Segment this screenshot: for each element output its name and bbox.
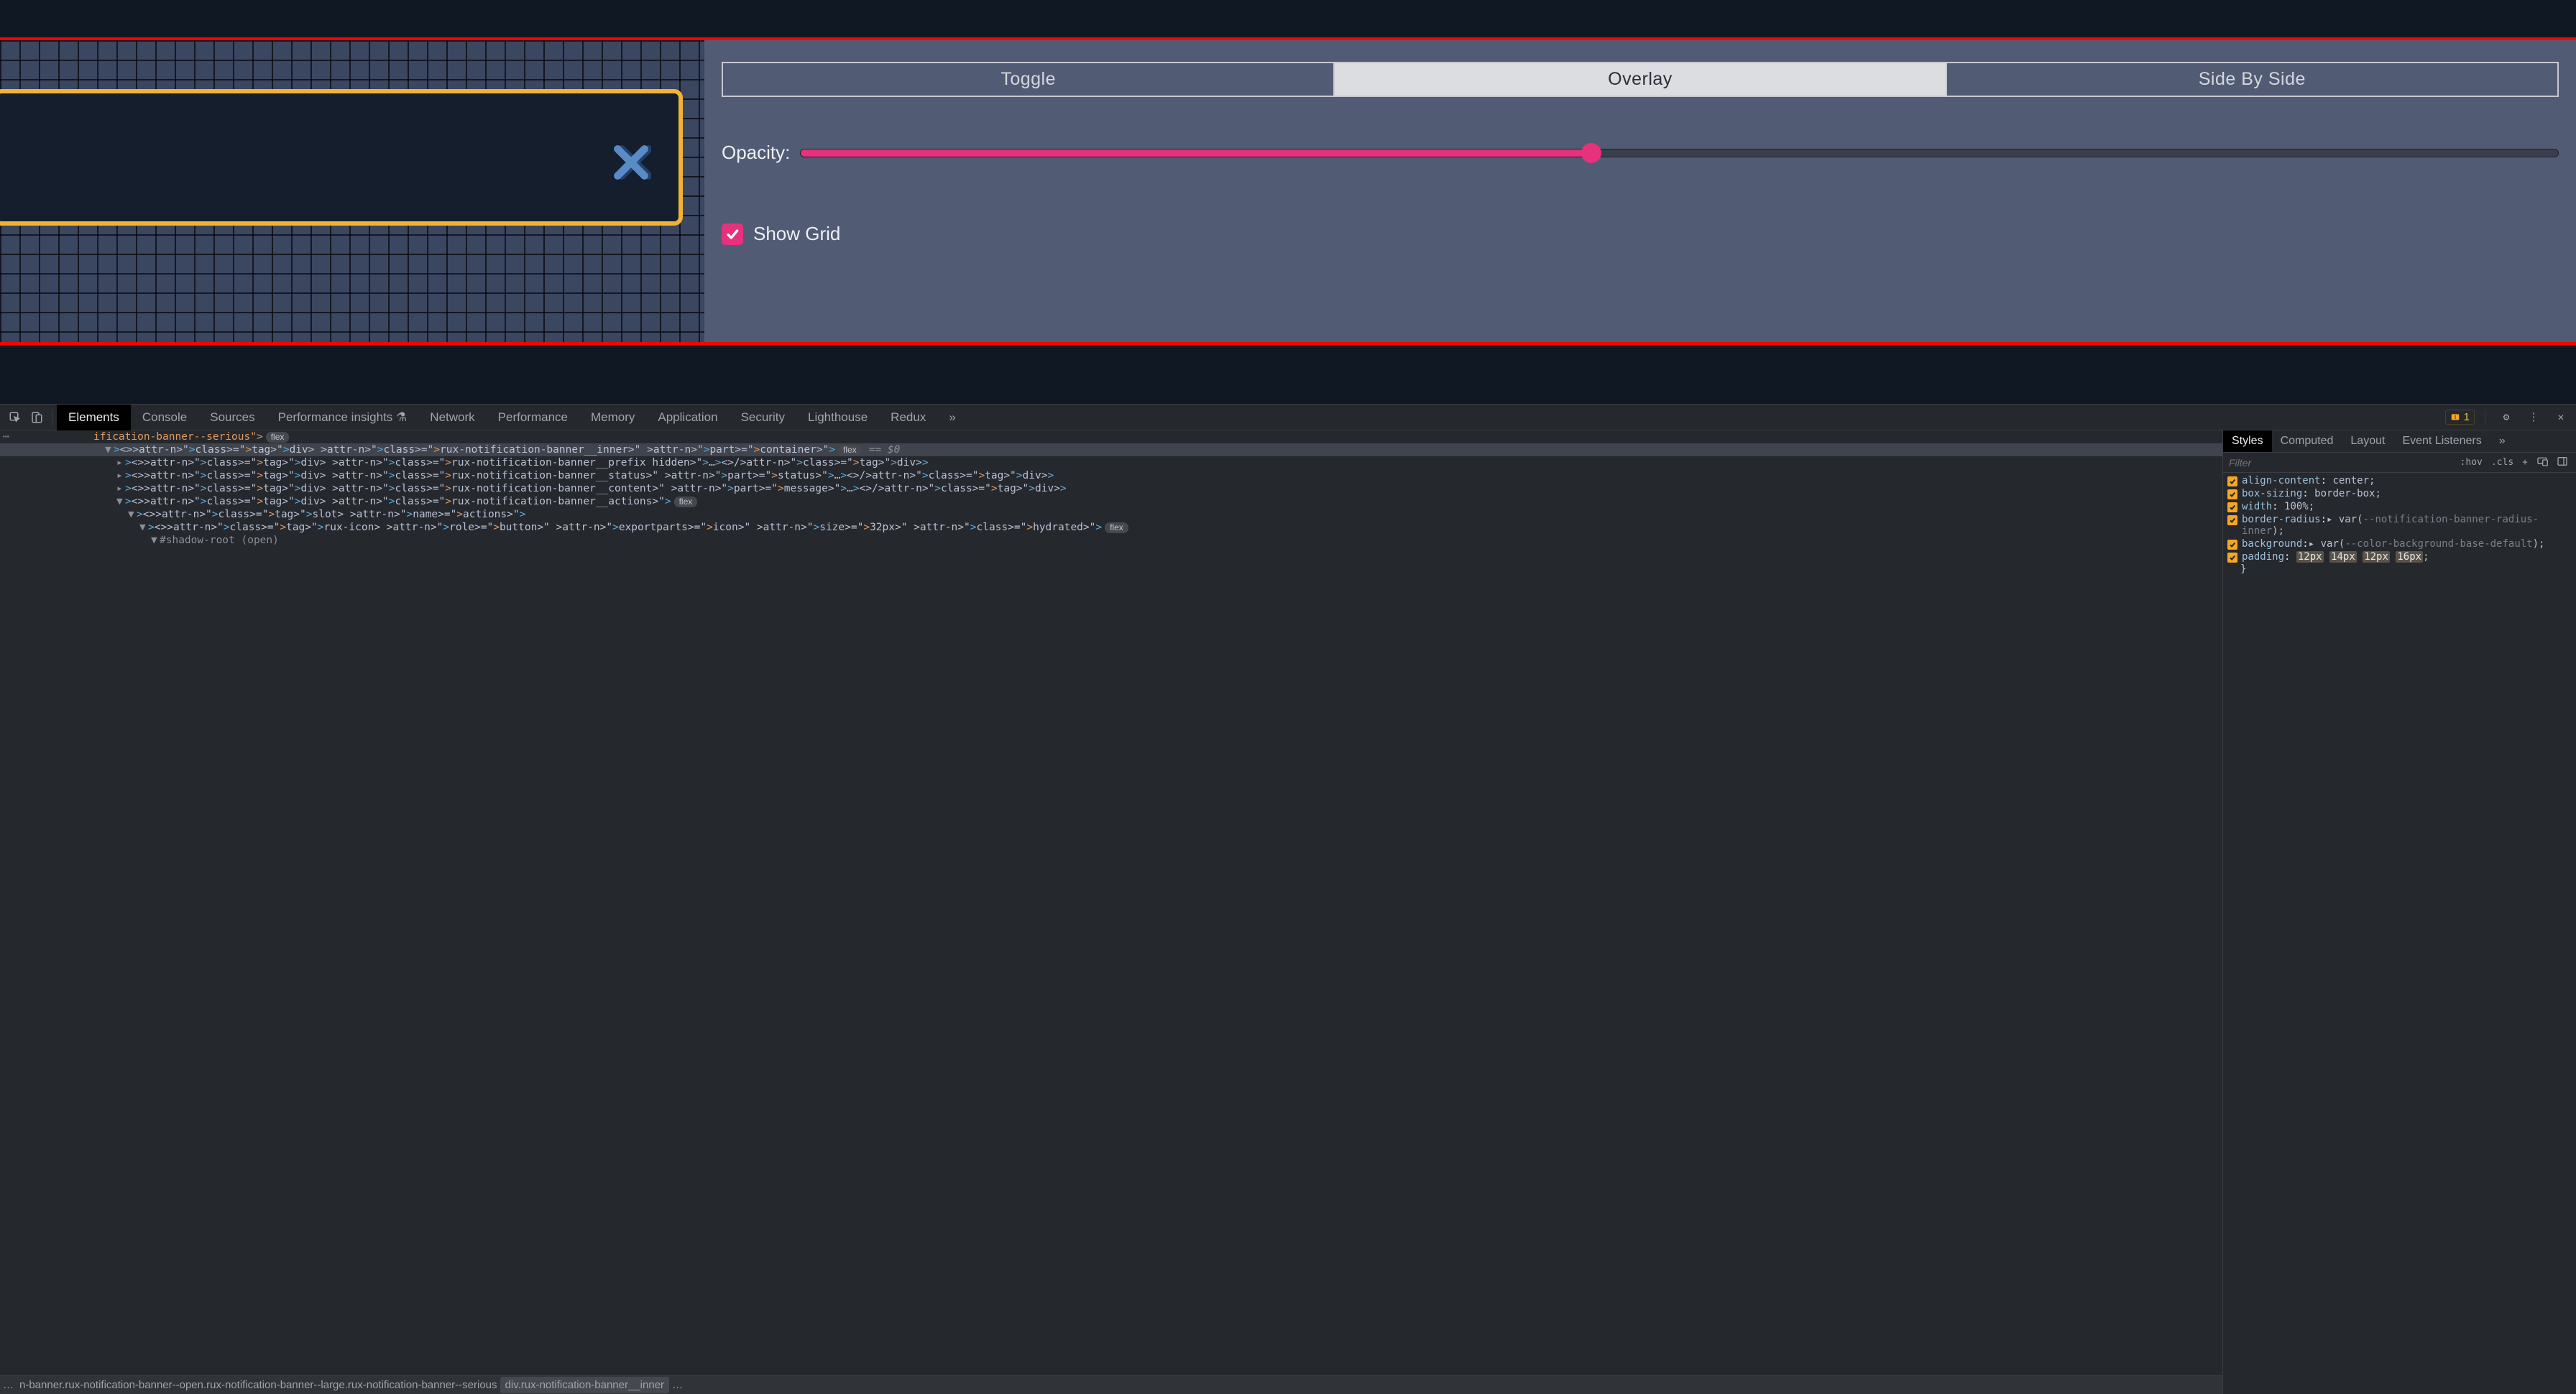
css-rule[interactable]: width: 100%; (2223, 500, 2576, 513)
styles-filter-row: :hov .cls + (2223, 453, 2576, 473)
device-icon[interactable] (2533, 454, 2552, 471)
tab-elements[interactable]: Elements (57, 405, 131, 430)
new-rule-button[interactable]: + (2518, 456, 2531, 469)
show-grid-checkbox[interactable] (722, 223, 743, 245)
controls-panel: Toggle Overlay Side By Side Opacity: Sho… (704, 40, 2576, 342)
css-rules[interactable]: align-content: center; box-sizing: borde… (2223, 473, 2576, 1394)
device-icon[interactable] (29, 410, 45, 425)
styles-tab-styles[interactable]: Styles (2223, 430, 2272, 452)
rule-checkbox[interactable] (2227, 502, 2237, 512)
warning-icon: ! (2450, 412, 2460, 423)
rule-checkbox[interactable] (2227, 553, 2237, 563)
tab-lighthouse[interactable]: Lighthouse (796, 405, 879, 430)
tab-performance[interactable]: Performance (487, 405, 579, 430)
breadcrumb[interactable]: … n-banner.rux-notification-banner--open… (0, 1375, 2222, 1394)
dom-line-selected[interactable]: ▼><>>attr-n>">class>=">tag>">div> >attr-… (0, 443, 2222, 456)
tab-network[interactable]: Network (418, 405, 486, 430)
dom-line[interactable]: ⋯ ification-banner--serious">flex (0, 430, 2222, 443)
styles-tab-more[interactable]: » (2490, 430, 2514, 452)
preview-canvas[interactable] (0, 40, 704, 342)
css-rule[interactable]: background:▸ var(--color-background-base… (2223, 537, 2576, 550)
dom-line[interactable]: ▼><>>attr-n>">class>=">tag>">slot> >attr… (0, 508, 2222, 521)
mode-tabs: Toggle Overlay Side By Side (722, 62, 2559, 97)
dom-line[interactable]: ▸><>>attr-n>">class>=">tag>">div> >attr-… (0, 469, 2222, 482)
styles-tab-layout[interactable]: Layout (2342, 430, 2393, 452)
rule-checkbox[interactable] (2227, 540, 2237, 550)
flask-icon: ⚗ (396, 410, 407, 424)
tab-memory[interactable]: Memory (579, 405, 646, 430)
show-grid-row: Show Grid (722, 223, 2559, 245)
styles-tabs: Styles Computed Layout Event Listeners » (2223, 430, 2576, 453)
tab-more[interactable]: » (937, 405, 967, 430)
inspect-icon[interactable] (7, 410, 23, 425)
crumb-item[interactable]: n-banner.rux-notification-banner--open.r… (17, 1379, 500, 1391)
dom-line[interactable]: ▼#shadow-root (open) (0, 534, 2222, 547)
dom-tree[interactable]: ⋯ ification-banner--serious">flex ▼><>>a… (0, 430, 2222, 1375)
crumb-dots[interactable]: … (0, 1379, 17, 1391)
preview-region: Toggle Overlay Side By Side Opacity: Sho… (0, 40, 2576, 342)
devtools-tabs: Elements Console Sources Performance ins… (0, 405, 2576, 430)
close-devtools-icon[interactable]: ✕ (2553, 410, 2569, 425)
crumb-trailing[interactable]: … (669, 1379, 686, 1391)
notification-banner (0, 89, 683, 226)
close-icon[interactable] (611, 142, 651, 183)
dom-line[interactable]: ▸><>>attr-n>">class>=">tag>">div> >attr-… (0, 456, 2222, 469)
mode-tab-overlay[interactable]: Overlay (1333, 63, 1945, 96)
opacity-row: Opacity: (722, 142, 2559, 164)
tab-console[interactable]: Console (131, 405, 198, 430)
styles-panel: Styles Computed Layout Event Listeners »… (2222, 430, 2576, 1394)
dom-line[interactable]: ▼><>>attr-n>">class>=">tag>">div> >attr-… (0, 495, 2222, 508)
rule-checkbox[interactable] (2227, 476, 2237, 486)
tab-security[interactable]: Security (730, 405, 796, 430)
dom-line[interactable]: ▸><>>attr-n>">class>=">tag>">div> >attr-… (0, 482, 2222, 495)
kebab-icon[interactable]: ⋮ (2526, 410, 2542, 425)
tab-redux[interactable]: Redux (879, 405, 937, 430)
crumb-active[interactable]: div.rux-notification-banner__inner (500, 1377, 670, 1393)
css-rule[interactable]: box-sizing: border-box; (2223, 487, 2576, 500)
styles-tab-computed[interactable]: Computed (2272, 430, 2342, 452)
css-rule[interactable]: padding: 12px 14px 12px 16px; (2223, 550, 2576, 563)
mode-tab-toggle[interactable]: Toggle (723, 63, 1333, 96)
hov-toggle[interactable]: :hov (2457, 456, 2486, 469)
tab-application[interactable]: Application (646, 405, 729, 430)
styles-tab-events[interactable]: Event Listeners (2393, 430, 2490, 452)
css-rule[interactable]: align-content: center; (2223, 474, 2576, 487)
dom-line[interactable]: ▼><>>attr-n>">class>=">tag>">rux-icon> >… (0, 521, 2222, 534)
css-rule[interactable]: border-radius:▸ var(--notification-banne… (2223, 513, 2576, 537)
devtools: Elements Console Sources Performance ins… (0, 404, 2576, 1394)
styles-filter-input[interactable] (2223, 457, 2452, 468)
tab-perf-insights[interactable]: Performance insights ⚗ (267, 405, 419, 430)
opacity-slider-fill (801, 149, 1591, 157)
rule-checkbox[interactable] (2227, 515, 2237, 525)
gap-below (0, 345, 2576, 404)
ellipsis-icon[interactable]: ⋯ (3, 431, 9, 443)
cls-toggle[interactable]: .cls (2488, 456, 2517, 469)
elements-panel: ⋯ ification-banner--serious">flex ▼><>>a… (0, 430, 2222, 1394)
panel-toggle-icon[interactable] (2553, 454, 2572, 471)
warnings-badge[interactable]: ! 1 (2445, 410, 2475, 425)
opacity-label: Opacity: (722, 142, 790, 164)
svg-text:!: ! (2454, 415, 2455, 420)
opacity-slider-thumb[interactable] (1581, 143, 1601, 163)
opacity-slider[interactable] (800, 149, 2559, 157)
top-gap (0, 0, 2576, 37)
css-close-brace: } (2223, 563, 2576, 575)
tab-sources[interactable]: Sources (198, 405, 266, 430)
show-grid-label: Show Grid (753, 223, 840, 245)
rule-checkbox[interactable] (2227, 489, 2237, 499)
mode-tab-sidebyside[interactable]: Side By Side (1946, 63, 2557, 96)
gear-icon[interactable]: ⚙ (2498, 410, 2514, 425)
